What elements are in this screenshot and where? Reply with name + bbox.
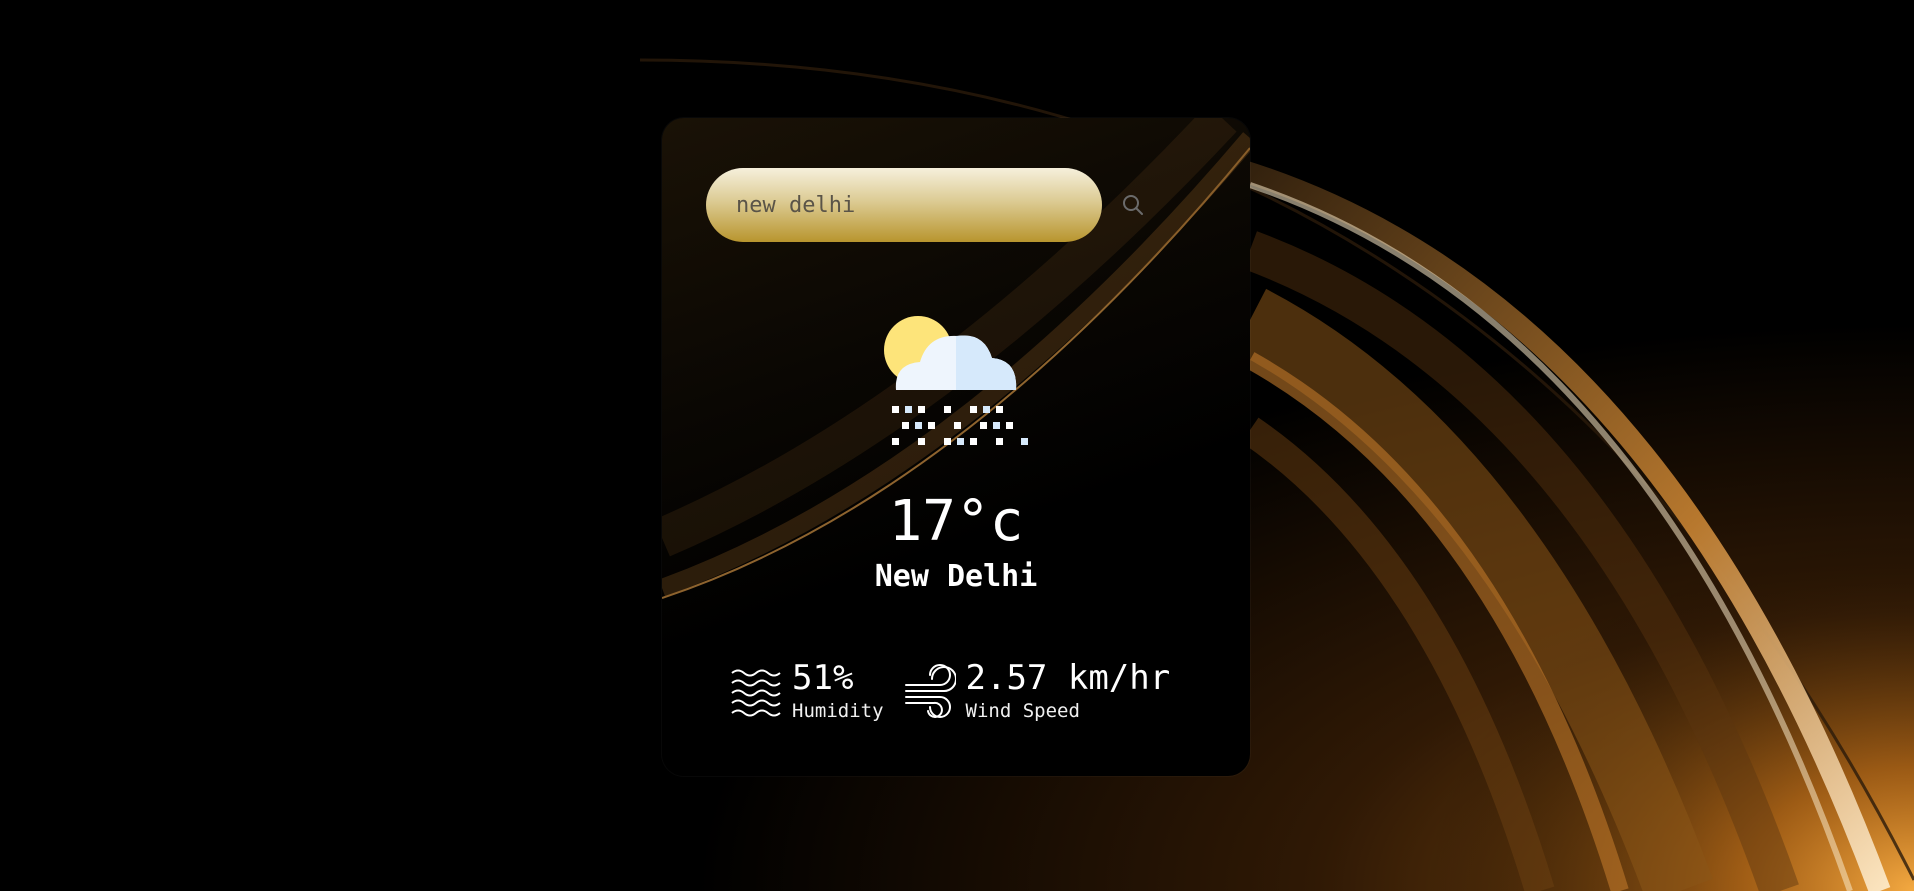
humidity-text: 51% Humidity: [792, 658, 884, 724]
humidity-waves-icon: [731, 669, 781, 717]
search-bar: [706, 168, 1150, 242]
weather-stats: 51% Humidity 2.57 km/hr Wind Speed: [730, 658, 1170, 724]
humidity-stat: 51% Humidity: [730, 658, 884, 724]
wind-text: 2.57 km/hr Wind Speed: [966, 658, 1171, 724]
city-search-input[interactable]: [706, 168, 1102, 242]
search-icon: [1123, 195, 1143, 215]
humidity-value: 51%: [792, 658, 854, 698]
wind-speed-value: 2.57 km/hr: [965, 658, 1171, 698]
wind-icon: [904, 664, 956, 718]
wind-stat: 2.57 km/hr Wind Speed: [904, 658, 1171, 724]
temperature-display: 17°c: [888, 489, 1024, 554]
partly-cloudy-snow-icon: [884, 316, 1028, 445]
city-name: New Delhi: [874, 559, 1038, 594]
wind-speed-label: Wind Speed: [965, 700, 1080, 722]
search-button[interactable]: [1116, 188, 1150, 222]
app-background: 17°c New Delhi 51% Humidity: [0, 0, 1914, 891]
weather-card: 17°c New Delhi 51% Humidity: [662, 118, 1250, 776]
humidity-label: Humidity: [792, 700, 884, 722]
